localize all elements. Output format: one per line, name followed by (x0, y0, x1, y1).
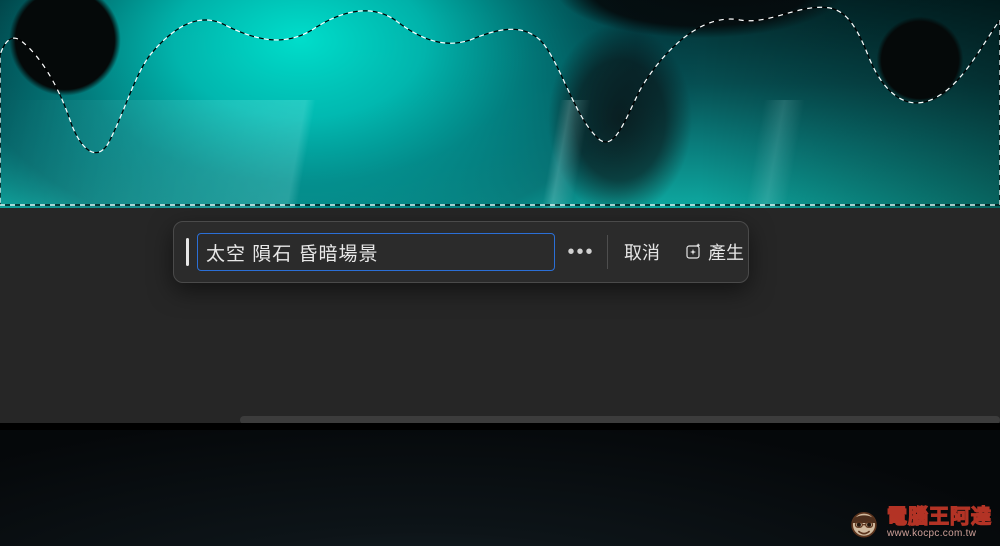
filmstrip-area[interactable] (0, 430, 1000, 546)
sparkle-icon (684, 243, 702, 261)
generate-label: 產生 (708, 239, 744, 265)
generate-button[interactable]: 產生 (676, 233, 752, 271)
prompt-input[interactable] (206, 241, 546, 263)
generative-prompt-bar: ••• 取消 產生 (173, 221, 749, 283)
cancel-button[interactable]: 取消 (616, 233, 668, 271)
more-options-button[interactable]: ••• (563, 233, 599, 271)
canvas-area: ••• 取消 產生 (0, 0, 1000, 423)
separator (607, 235, 608, 269)
horizontal-scrollbar[interactable] (240, 416, 1000, 423)
edited-image[interactable] (0, 0, 1000, 208)
prompt-input-wrap[interactable] (197, 233, 555, 271)
prompt-handle[interactable] (186, 238, 189, 266)
